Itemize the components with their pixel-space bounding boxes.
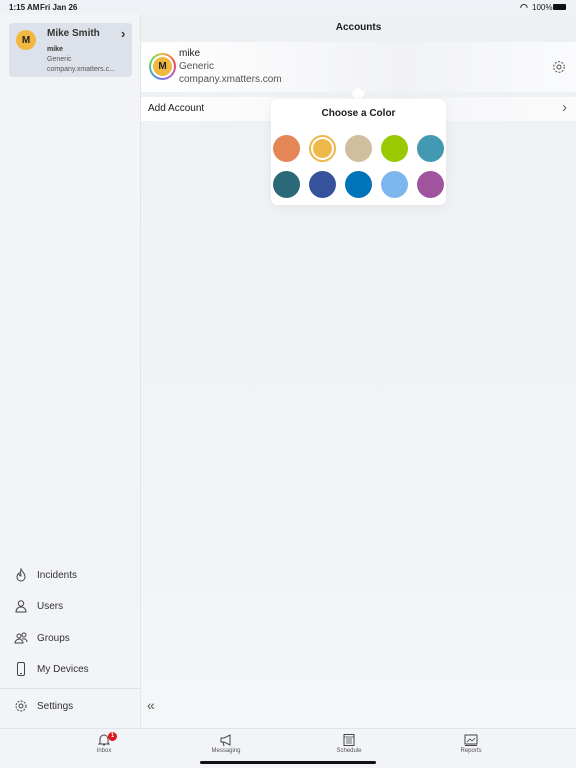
sidebar-item-users[interactable]: Users: [14, 596, 63, 616]
color-swatch[interactable]: [309, 171, 336, 198]
account-type: Generic: [179, 61, 215, 72]
color-picker-popover: Choose a Color: [271, 99, 446, 205]
notification-badge: 1: [108, 732, 117, 741]
color-swatch[interactable]: [273, 171, 300, 198]
account-type: Generic: [47, 56, 72, 63]
collapse-sidebar-icon[interactable]: «: [147, 697, 155, 713]
sidebar-item-label: Users: [37, 600, 64, 612]
sidebar-item-label: My Devices: [37, 663, 89, 675]
status-date: Fri Jan 26: [40, 3, 78, 12]
sidebar-item-incidents[interactable]: Incidents: [14, 565, 77, 585]
avatar: M: [151, 55, 174, 78]
battery-percent: 100%: [532, 3, 553, 12]
tab-label: Inbox: [96, 748, 112, 754]
color-swatch[interactable]: [417, 171, 444, 198]
tab-label: Reports: [460, 748, 482, 754]
account-domain: company.xmatters.c...: [47, 66, 115, 73]
account-row[interactable]: M mike Generic company.xmatters.com: [141, 42, 576, 92]
battery-icon: [553, 4, 566, 10]
current-account-card[interactable]: M Mike Smith › mike Generic company.xmat…: [9, 23, 132, 77]
status-bar: 1:15 AM Fri Jan 26 ◠ 100%: [0, 0, 576, 14]
tab-schedule[interactable]: Schedule: [309, 729, 389, 754]
groups-icon: [14, 632, 28, 644]
account-name: Mike Smith: [47, 28, 100, 39]
sidebar-item-label: Incidents: [37, 569, 78, 581]
tab-inbox[interactable]: Inbox 1: [64, 729, 144, 754]
sidebar-item-groups[interactable]: Groups: [14, 628, 70, 648]
chart-icon: [464, 734, 478, 746]
wifi-icon: ◠: [520, 2, 528, 12]
gear-icon[interactable]: [552, 60, 566, 74]
chevron-right-icon: ›: [121, 26, 126, 41]
gear-icon: [15, 700, 27, 712]
popover-title: Choose a Color: [321, 108, 396, 119]
tab-reports[interactable]: Reports: [431, 729, 511, 754]
megaphone-icon: [220, 734, 231, 747]
color-swatch[interactable]: [345, 135, 372, 162]
color-swatch[interactable]: [309, 135, 336, 162]
sidebar-item-my-devices[interactable]: My Devices: [14, 659, 89, 679]
sidebar-item-label: Groups: [37, 632, 70, 644]
account-domain: company.xmatters.com: [179, 74, 282, 85]
color-swatch[interactable]: [273, 135, 300, 162]
status-time: 1:15 AM: [9, 3, 40, 12]
phone-icon: [17, 662, 25, 676]
sidebar: M Mike Smith › mike Generic company.xmat…: [0, 14, 141, 728]
color-swatch[interactable]: [381, 171, 408, 198]
account-username: mike: [179, 48, 201, 59]
sidebar-item-settings[interactable]: Settings: [14, 696, 73, 716]
home-indicator: [200, 761, 376, 764]
account-username: mike: [47, 46, 63, 53]
chevron-right-icon: ›: [562, 99, 567, 116]
add-account-label: Add Account: [148, 103, 205, 114]
color-swatch[interactable]: [345, 171, 372, 198]
user-icon: [15, 600, 27, 613]
avatar: M: [16, 30, 36, 50]
tab-messaging[interactable]: Messaging: [186, 729, 266, 754]
calendar-icon: [343, 734, 355, 746]
flame-icon: [16, 568, 26, 582]
divider: [0, 688, 140, 689]
tab-label: Schedule: [336, 748, 362, 754]
color-swatch[interactable]: [417, 135, 444, 162]
tab-bar: Inbox 1 Messaging Schedule Reports: [0, 728, 576, 768]
avatar-ring[interactable]: M: [149, 53, 176, 80]
tab-label: Messaging: [211, 748, 241, 754]
color-swatch[interactable]: [381, 135, 408, 162]
sidebar-item-label: Settings: [37, 700, 74, 712]
page-title: Accounts: [335, 22, 382, 33]
main-panel: Accounts M mike Generic company.xmatters…: [141, 14, 576, 728]
